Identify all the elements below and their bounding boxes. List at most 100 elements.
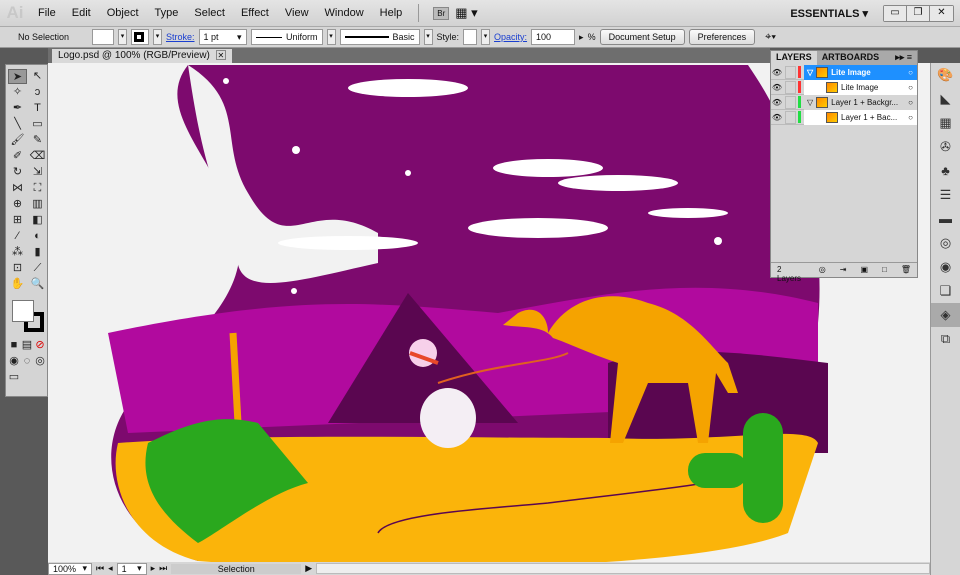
style-dropdown[interactable]: ▾ [481, 29, 491, 45]
stroke-swatch[interactable] [131, 29, 149, 45]
opacity-field[interactable]: 100 [531, 29, 576, 45]
layer-name-cell[interactable]: Layer 1 + Bac... ○ [804, 109, 917, 125]
target-circle-icon[interactable]: ○ [908, 113, 913, 122]
selection-tool-icon[interactable]: ➤ [8, 69, 27, 84]
pen-tool-icon[interactable]: ✒ [8, 101, 27, 116]
blend-tool-icon[interactable]: ◐ [28, 229, 47, 244]
layer-name-cell[interactable]: ▽ Lite Image ○ [804, 64, 917, 80]
graphic-styles-icon[interactable]: ❏ [931, 279, 960, 303]
visibility-eye-icon[interactable]: 👁 [771, 113, 783, 122]
target-circle-icon[interactable]: ○ [908, 68, 913, 77]
lock-toggle[interactable] [785, 95, 796, 109]
menu-help[interactable]: Help [372, 7, 411, 19]
target-circle-icon[interactable]: ○ [908, 98, 913, 107]
status-tool-indicator[interactable]: Selection [171, 563, 302, 574]
gradient-panel-icon[interactable]: ▬ [931, 207, 960, 231]
zoom-tool-icon[interactable]: 🔍 [28, 277, 47, 292]
opacity-label-link[interactable]: Opacity: [494, 32, 527, 42]
stroke-dropdown[interactable]: ▾ [153, 29, 162, 45]
layer-row[interactable]: 👁 ▽ Lite Image ○ [771, 64, 917, 80]
new-layer-icon[interactable]: □ [882, 265, 887, 275]
fill-swatch[interactable] [92, 29, 114, 45]
menu-object[interactable]: Object [99, 7, 147, 19]
opacity-arrow-icon[interactable]: ▸ [579, 32, 584, 43]
layers-panel-icon[interactable]: ◈ [931, 303, 960, 327]
locate-object-icon[interactable]: ◎ [819, 265, 826, 275]
variable-width-profile[interactable]: Uniform [250, 29, 323, 45]
paintbrush-tool-icon[interactable]: 🖌 [8, 133, 27, 148]
eyedropper-tool-icon[interactable]: ⁄ [8, 229, 27, 244]
lock-toggle[interactable] [785, 80, 796, 94]
line-tool-icon[interactable]: ╲ [8, 117, 27, 132]
symbols-panel-icon[interactable]: ♣ [931, 159, 960, 183]
scale-tool-icon[interactable]: ⇲ [28, 165, 47, 180]
delete-layer-icon[interactable]: 🗑 [901, 265, 911, 275]
layer-row[interactable]: 👁 Lite Image ○ [771, 79, 917, 95]
lock-toggle[interactable] [785, 65, 796, 79]
fill-dropdown[interactable]: ▾ [118, 29, 127, 45]
visibility-eye-icon[interactable]: 👁 [771, 83, 783, 92]
stroke-panel-icon[interactable]: ☰ [931, 183, 960, 207]
minimize-button[interactable]: ▭ [884, 6, 907, 21]
color-panel-icon[interactable]: 🎨 [931, 63, 960, 87]
style-swatch[interactable] [463, 29, 478, 45]
draw-inside-icon[interactable]: ◎ [34, 354, 46, 369]
transparency-panel-icon[interactable]: ◎ [931, 231, 960, 255]
slice-tool-icon[interactable]: ⟋ [28, 261, 47, 276]
preferences-button[interactable]: Preferences [688, 29, 756, 45]
layer-row[interactable]: 👁 Layer 1 + Bac... ○ [771, 109, 917, 125]
arrange-documents-icon[interactable]: ▦ ▾ [455, 5, 477, 21]
rectangle-tool-icon[interactable]: ▭ [28, 117, 47, 132]
width-tool-icon[interactable]: ⋈ [8, 181, 27, 196]
lock-toggle[interactable] [785, 110, 796, 124]
next-artboard-button[interactable]: ▸ [151, 563, 156, 574]
gradient-mode-icon[interactable]: ▤ [21, 338, 33, 353]
layer-name-cell[interactable]: ▽ Layer 1 + Backgr... ○ [804, 94, 917, 110]
document-setup-button[interactable]: Document Setup [599, 29, 685, 45]
screen-mode-icon[interactable]: ▭ [8, 370, 20, 385]
horizontal-scrollbar[interactable] [316, 563, 930, 574]
bridge-button[interactable]: Br [433, 6, 450, 20]
menu-file[interactable]: File [30, 7, 64, 19]
stroke-weight-field[interactable]: 1 pt ▾ [198, 29, 247, 45]
target-circle-icon[interactable]: ○ [908, 83, 913, 92]
eraser-tool-icon[interactable]: ⌫ [28, 149, 47, 164]
menu-view[interactable]: View [277, 7, 317, 19]
swatches-panel-icon[interactable]: ▦ [931, 111, 960, 135]
make-clipping-mask-icon[interactable]: ⇥ [840, 265, 847, 275]
artboard-tool-icon[interactable]: ⊡ [8, 261, 27, 276]
close-button[interactable]: ✕ [930, 6, 953, 21]
color-mode-icon[interactable]: ■ [8, 338, 20, 353]
tab-layers[interactable]: LAYERS [771, 51, 817, 65]
perspective-grid-tool-icon[interactable]: ▥ [28, 197, 47, 212]
pencil-tool-icon[interactable]: ✎ [28, 133, 47, 148]
blob-brush-tool-icon[interactable]: ✐ [8, 149, 27, 164]
lasso-tool-icon[interactable]: ↄ [28, 85, 47, 100]
close-tab-icon[interactable]: ✕ [215, 50, 226, 60]
artboard-number-dropdown[interactable]: 1 ▾ [116, 562, 147, 575]
direct-selection-tool-icon[interactable]: ↖ [28, 69, 47, 84]
column-graph-tool-icon[interactable]: ▮ [28, 245, 47, 260]
hand-tool-icon[interactable]: ✋ [8, 277, 27, 292]
menu-type[interactable]: Type [147, 7, 187, 19]
menu-edit[interactable]: Edit [64, 7, 99, 19]
visibility-eye-icon[interactable]: 👁 [771, 98, 783, 107]
workspace-switcher[interactable]: ESSENTIALS ▾ [790, 7, 868, 20]
rotate-tool-icon[interactable]: ↻ [8, 165, 27, 180]
free-transform-tool-icon[interactable]: ⛶ [28, 181, 47, 196]
appearance-panel-icon[interactable]: ◉ [931, 255, 960, 279]
panel-menu-icon[interactable]: ▸▸ ≡ [890, 51, 917, 65]
gradient-tool-icon[interactable]: ◧ [28, 213, 47, 228]
color-guide-icon[interactable]: ◣ [931, 87, 960, 111]
fill-stroke-swatches[interactable] [10, 298, 44, 334]
status-menu-arrow[interactable]: ▶ [305, 563, 312, 574]
layer-row[interactable]: 👁 ▽ Layer 1 + Backgr... ○ [771, 94, 917, 110]
new-sublayer-icon[interactable]: ▣ [860, 265, 868, 275]
brush-dropdown[interactable]: ▾ [423, 29, 433, 45]
artboards-panel-icon[interactable]: ⧉ [931, 327, 960, 351]
document-tab[interactable]: Logo.psd @ 100% (RGB/Preview) ✕ [52, 49, 232, 63]
isolate-selected-icon[interactable]: ⌖▾ [765, 31, 776, 44]
previous-artboard-button[interactable]: ◂ [108, 563, 113, 574]
menu-effect[interactable]: Effect [233, 7, 277, 19]
draw-behind-icon[interactable]: ◌ [21, 354, 33, 369]
